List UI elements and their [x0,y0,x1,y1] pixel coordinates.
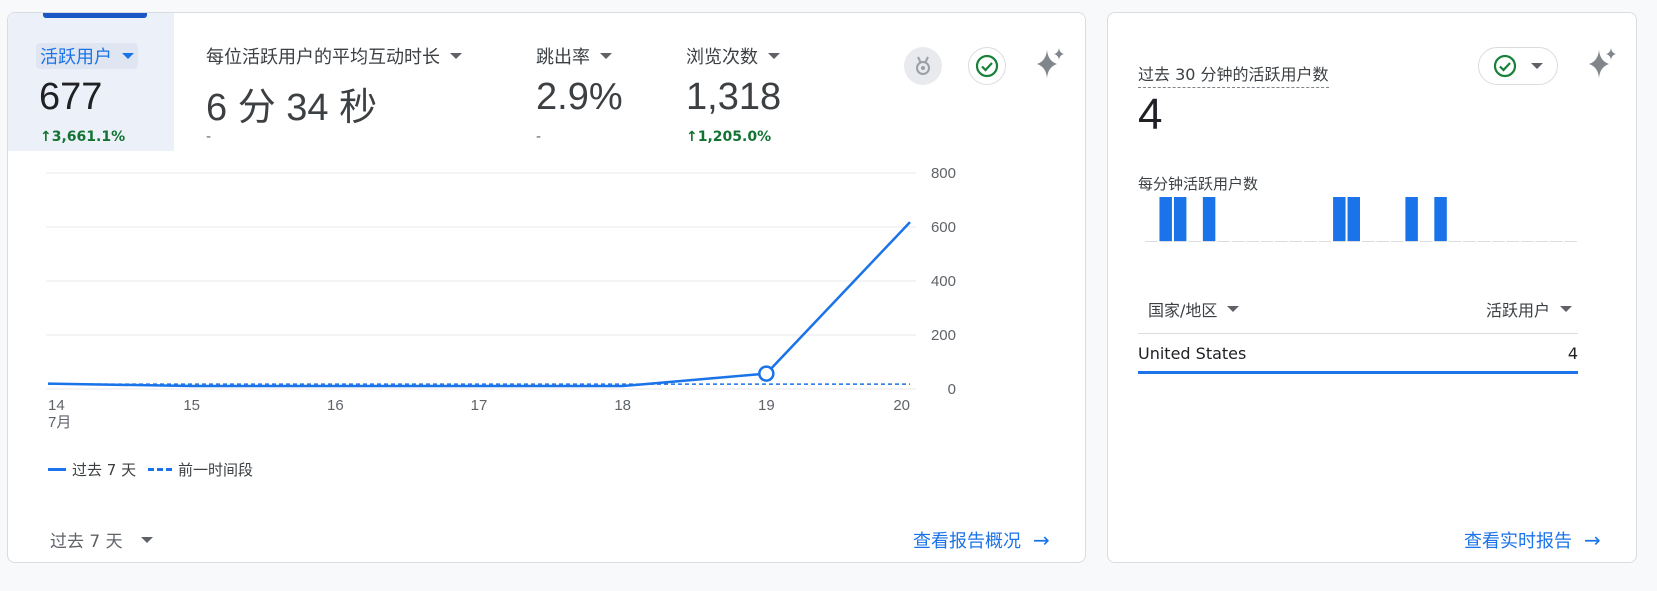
view-overview-link[interactable]: 查看报告概况 → [913,527,1050,553]
legend-solid-swatch [48,468,66,471]
table-row[interactable]: United States 4 [1138,333,1578,374]
caret-down-icon [140,536,153,543]
row-share-bar [1138,371,1578,374]
highlighted-point [758,365,775,382]
chart-grid [46,172,916,390]
per-minute-bar-chart [1145,197,1577,242]
minute-bar[interactable] [1202,197,1216,241]
legend-label: 过去 7 天 [72,461,137,479]
x-tick-label: 20 [893,397,910,414]
arrow-right-icon: → [1584,528,1601,552]
current-period-line [47,221,911,388]
minute-bar[interactable] [1159,197,1172,241]
y-tick-label: 800 [931,165,956,182]
realtime-title: 过去 30 分钟的活跃用户数 [1138,61,1329,88]
line-chart: 0 200 400 600 800 14 15 16 17 18 19 20 7月 [46,165,956,431]
legend-dashed-swatch [148,468,172,471]
x-tick-label: 18 [614,397,631,414]
link-label: 查看报告概况 [913,531,1021,552]
y-tick-label: 200 [931,327,956,344]
x-tick-label: 17 [471,397,488,414]
x-axis: 14 15 16 17 18 19 20 7月 [48,397,910,431]
status-dropdown[interactable] [1478,47,1558,85]
minute-bar[interactable] [1333,197,1346,241]
date-range-label: 过去 7 天 [50,532,123,552]
caret-down-icon [1227,306,1240,312]
per-minute-label: 每分钟活跃用户数 [1138,175,1259,193]
date-range-dropdown[interactable]: 过去 7 天 [50,527,153,552]
realtime-value: 4 [1138,90,1163,139]
users-column-header[interactable]: 活跃用户 [1486,297,1573,321]
minute-bar[interactable] [1434,197,1447,241]
y-tick-label: 600 [931,219,956,236]
x-tick-label: 14 [48,397,65,414]
caret-down-icon [1560,306,1573,312]
chart-series [47,221,911,388]
arrow-right-icon: → [1033,528,1050,552]
x-tick-label: 16 [327,397,344,414]
minute-bar[interactable] [1347,197,1360,241]
y-tick-label: 0 [948,381,956,398]
x-axis-month-label: 7月 [48,414,71,431]
caret-down-icon [1531,63,1543,69]
legend-item-previous: 前一时间段 [148,459,253,480]
overview-card: 活跃用户 677 ↑3,661.1% 每位活跃用户的平均互动时长 6 分 34 … [7,12,1086,563]
realtime-card: 过去 30 分钟的活跃用户数 4 每分钟活跃用户数 国家/地区 活跃用户 Uni… [1107,12,1637,563]
country-name: United States [1138,344,1247,363]
check-circle-icon [1493,54,1517,78]
link-label: 查看实时报告 [1464,531,1572,552]
minute-bar[interactable] [1405,197,1418,241]
legend-label: 前一时间段 [178,461,254,479]
country-column-header[interactable]: 国家/地区 [1148,297,1240,321]
legend-item-current: 过去 7 天 [48,459,136,480]
y-tick-label: 400 [931,273,956,290]
sparkle-icon[interactable] [1582,43,1622,83]
minute-bar[interactable] [1173,197,1187,241]
y-axis: 0 200 400 600 800 [931,165,956,398]
country-users: 4 [1567,344,1578,363]
x-tick-label: 19 [758,397,775,414]
x-tick-label: 15 [183,397,200,414]
view-realtime-link[interactable]: 查看实时报告 → [1464,527,1601,553]
